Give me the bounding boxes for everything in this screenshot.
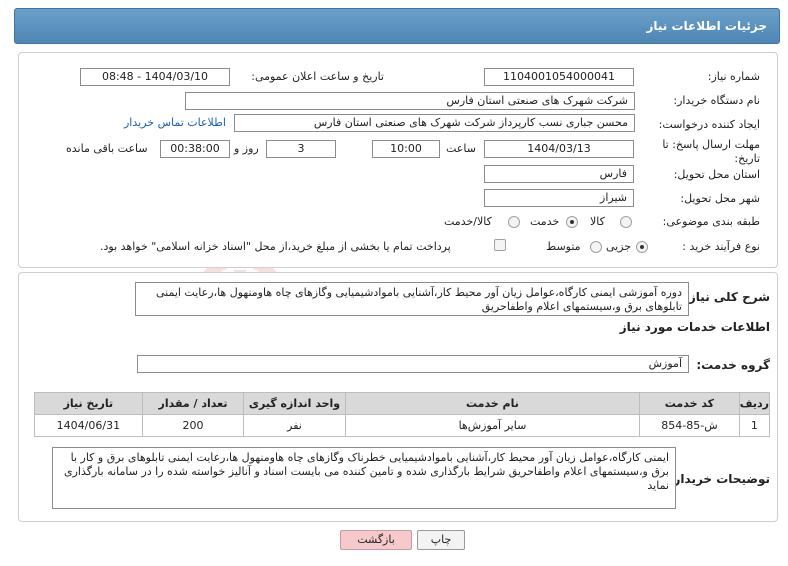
services-section-title: اطلاعات خدمات مورد نیاز — [619, 320, 770, 334]
cell-row: 1 — [738, 414, 771, 437]
city-label: شهر محل تحویل: — [680, 192, 760, 205]
need-number-label: شماره نیاز: — [707, 70, 760, 83]
category-service-label: خدمت — [530, 215, 560, 228]
remaining-time-label: ساعت باقی مانده — [66, 142, 148, 155]
col-code: کد خدمت — [639, 392, 740, 415]
process-minor-radio[interactable] — [636, 241, 648, 253]
table-header-row: ردیف کد خدمت نام خدمت واحد اندازه گیری ت… — [34, 392, 771, 415]
cell-code: ش-85-854 — [639, 414, 740, 437]
col-name: نام خدمت — [344, 392, 641, 415]
col-date: تاریخ نیاز — [34, 392, 143, 415]
print-button[interactable]: چاپ — [417, 530, 465, 550]
col-quantity: تعداد / مقدار — [141, 392, 245, 415]
province-field: فارس — [484, 165, 634, 183]
buyer-field: شرکت شهرک های صنعتی استان فارس — [185, 92, 635, 110]
treasury-note: پرداخت تمام یا بخشی از مبلغ خرید،از محل … — [100, 240, 451, 253]
category-label: طبقه بندی موضوعی: — [662, 215, 760, 228]
process-minor-label: جزیی — [606, 240, 632, 253]
creator-field: محسن جباری نسب کارپرداز شرکت شهرک های صن… — [234, 114, 635, 132]
deadline-label: مهلت ارسال پاسخ: تا تاریخ: — [662, 138, 760, 165]
cell-unit: نفر — [243, 414, 346, 437]
buyer-notes-textarea[interactable]: ایمنی کارگاه،عوامل زیان آور محیط کار،آشن… — [52, 447, 676, 509]
category-goods-label: کالا — [590, 215, 605, 228]
page-title: جزئیات اطلاعات نیاز — [646, 19, 767, 33]
process-label: نوع فرآیند خرید : — [682, 240, 760, 253]
need-number-field: 1104001054000041 — [484, 68, 634, 86]
buyer-label: نام دستگاه خریدار: — [673, 94, 760, 107]
announce-field: 1404/03/10 - 08:48 — [80, 68, 230, 86]
deadline-date-field: 1404/03/13 — [484, 140, 634, 158]
col-row: ردیف — [738, 392, 771, 415]
col-unit: واحد اندازه گیری — [243, 392, 346, 415]
service-group-field: آموزش — [137, 355, 689, 373]
process-medium-label: متوسط — [546, 240, 581, 253]
category-goods-service-radio[interactable] — [508, 216, 520, 228]
days-field: 3 — [266, 140, 336, 158]
announce-label: تاریخ و ساعت اعلان عمومی: — [251, 70, 384, 83]
province-label: استان محل تحویل: — [673, 168, 760, 181]
remaining-time-field: 00:38:00 — [160, 140, 230, 158]
page-header: جزئیات اطلاعات نیاز — [14, 8, 780, 44]
category-goods-service-label: کالا/خدمت — [444, 215, 492, 228]
creator-label: ایجاد کننده درخواست: — [658, 118, 760, 131]
back-button[interactable]: بازگشت — [340, 530, 412, 550]
table-row: 1 ش-85-854 سایر آموزش‌ها نفر 200 1404/06… — [34, 414, 771, 437]
cell-date: 1404/06/31 — [34, 414, 143, 437]
services-table: ردیف کد خدمت نام خدمت واحد اندازه گیری ت… — [34, 392, 771, 437]
city-field: شیراز — [484, 189, 634, 207]
deadline-time-label: ساعت — [446, 142, 476, 155]
days-label: روز و — [234, 142, 259, 155]
cell-quantity: 200 — [141, 414, 245, 437]
category-goods-radio[interactable] — [620, 216, 632, 228]
category-service-radio[interactable] — [566, 216, 578, 228]
treasury-checkbox[interactable] — [494, 239, 506, 251]
description-textarea[interactable]: دوره آموزشی ایمنی کارگاه،عوامل زیان آور … — [135, 282, 689, 316]
buyer-notes-label: توضیحات خریدار: — [668, 472, 770, 486]
process-medium-radio[interactable] — [590, 241, 602, 253]
buyer-contact-link[interactable]: اطلاعات تماس خریدار — [124, 116, 226, 129]
cell-name: سایر آموزش‌ها — [344, 414, 641, 437]
service-group-label: گروه خدمت: — [696, 358, 770, 372]
deadline-time-field: 10:00 — [372, 140, 440, 158]
description-label: شرح کلی نیاز: — [684, 290, 770, 304]
